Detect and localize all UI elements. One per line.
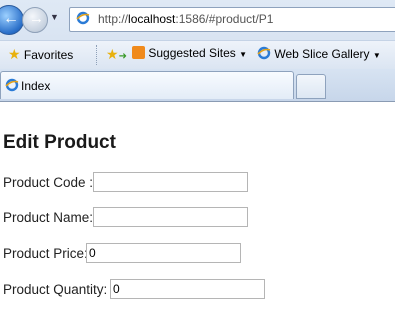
browser-chrome: ← → ▼ http://localhost:1586/#product/P1 … xyxy=(0,0,395,102)
add-to-favorites-button[interactable]: ★➜ xyxy=(106,46,127,63)
forward-button[interactable]: → xyxy=(22,7,48,33)
ie-icon xyxy=(76,11,90,25)
product-name-input[interactable] xyxy=(93,207,248,227)
suggested-sites-label: Suggested Sites xyxy=(148,46,236,60)
address-url: http://localhost:1586/#product/P1 xyxy=(98,12,274,26)
ie-icon xyxy=(5,78,19,92)
page-title: Edit Product xyxy=(3,132,116,153)
favorites-label: Favorites xyxy=(23,48,74,62)
add-arrow-icon: ➜ xyxy=(118,51,127,62)
address-bar[interactable]: http://localhost:1586/#product/P1 xyxy=(69,7,395,32)
favorites-separator xyxy=(96,45,98,65)
star-icon: ★ xyxy=(8,46,21,62)
suggested-sites-link[interactable]: Suggested Sites ▼ xyxy=(132,46,247,60)
product-code-input[interactable] xyxy=(93,172,248,192)
tab-strip: Index xyxy=(0,69,395,102)
product-code-label: Product Code : xyxy=(3,175,94,190)
web-slice-gallery-label: Web Slice Gallery xyxy=(274,47,370,61)
suggested-sites-icon xyxy=(132,46,145,59)
back-arrow-icon: ← xyxy=(3,10,19,27)
favorites-button[interactable]: ★ Favorites xyxy=(8,46,73,63)
tab-title: Index xyxy=(21,79,51,93)
product-quantity-label: Product Quantity: xyxy=(3,282,108,297)
navigation-bar: ← → ▼ http://localhost:1586/#product/P1 xyxy=(0,0,395,40)
forward-arrow-icon: → xyxy=(29,10,44,27)
new-tab-button[interactable] xyxy=(296,74,326,99)
product-name-label: Product Name: xyxy=(3,210,94,225)
web-slice-gallery-link[interactable]: Web Slice Gallery ▼ xyxy=(257,46,381,61)
history-dropdown-icon[interactable]: ▼ xyxy=(50,12,60,22)
chevron-down-icon: ▼ xyxy=(239,50,248,59)
chevron-down-icon: ▼ xyxy=(372,51,381,60)
product-price-label: Product Price: xyxy=(3,246,88,261)
back-button[interactable]: ← xyxy=(0,5,24,35)
ie-icon xyxy=(257,46,271,60)
favorites-bar: ★ Favorites ★➜ Suggested Sites ▼ Web Sli… xyxy=(0,40,395,70)
add-favorite-icon: ★ xyxy=(106,46,119,62)
tab-index[interactable]: Index xyxy=(0,71,294,99)
product-quantity-input[interactable] xyxy=(110,279,265,299)
product-price-input[interactable] xyxy=(86,243,241,263)
